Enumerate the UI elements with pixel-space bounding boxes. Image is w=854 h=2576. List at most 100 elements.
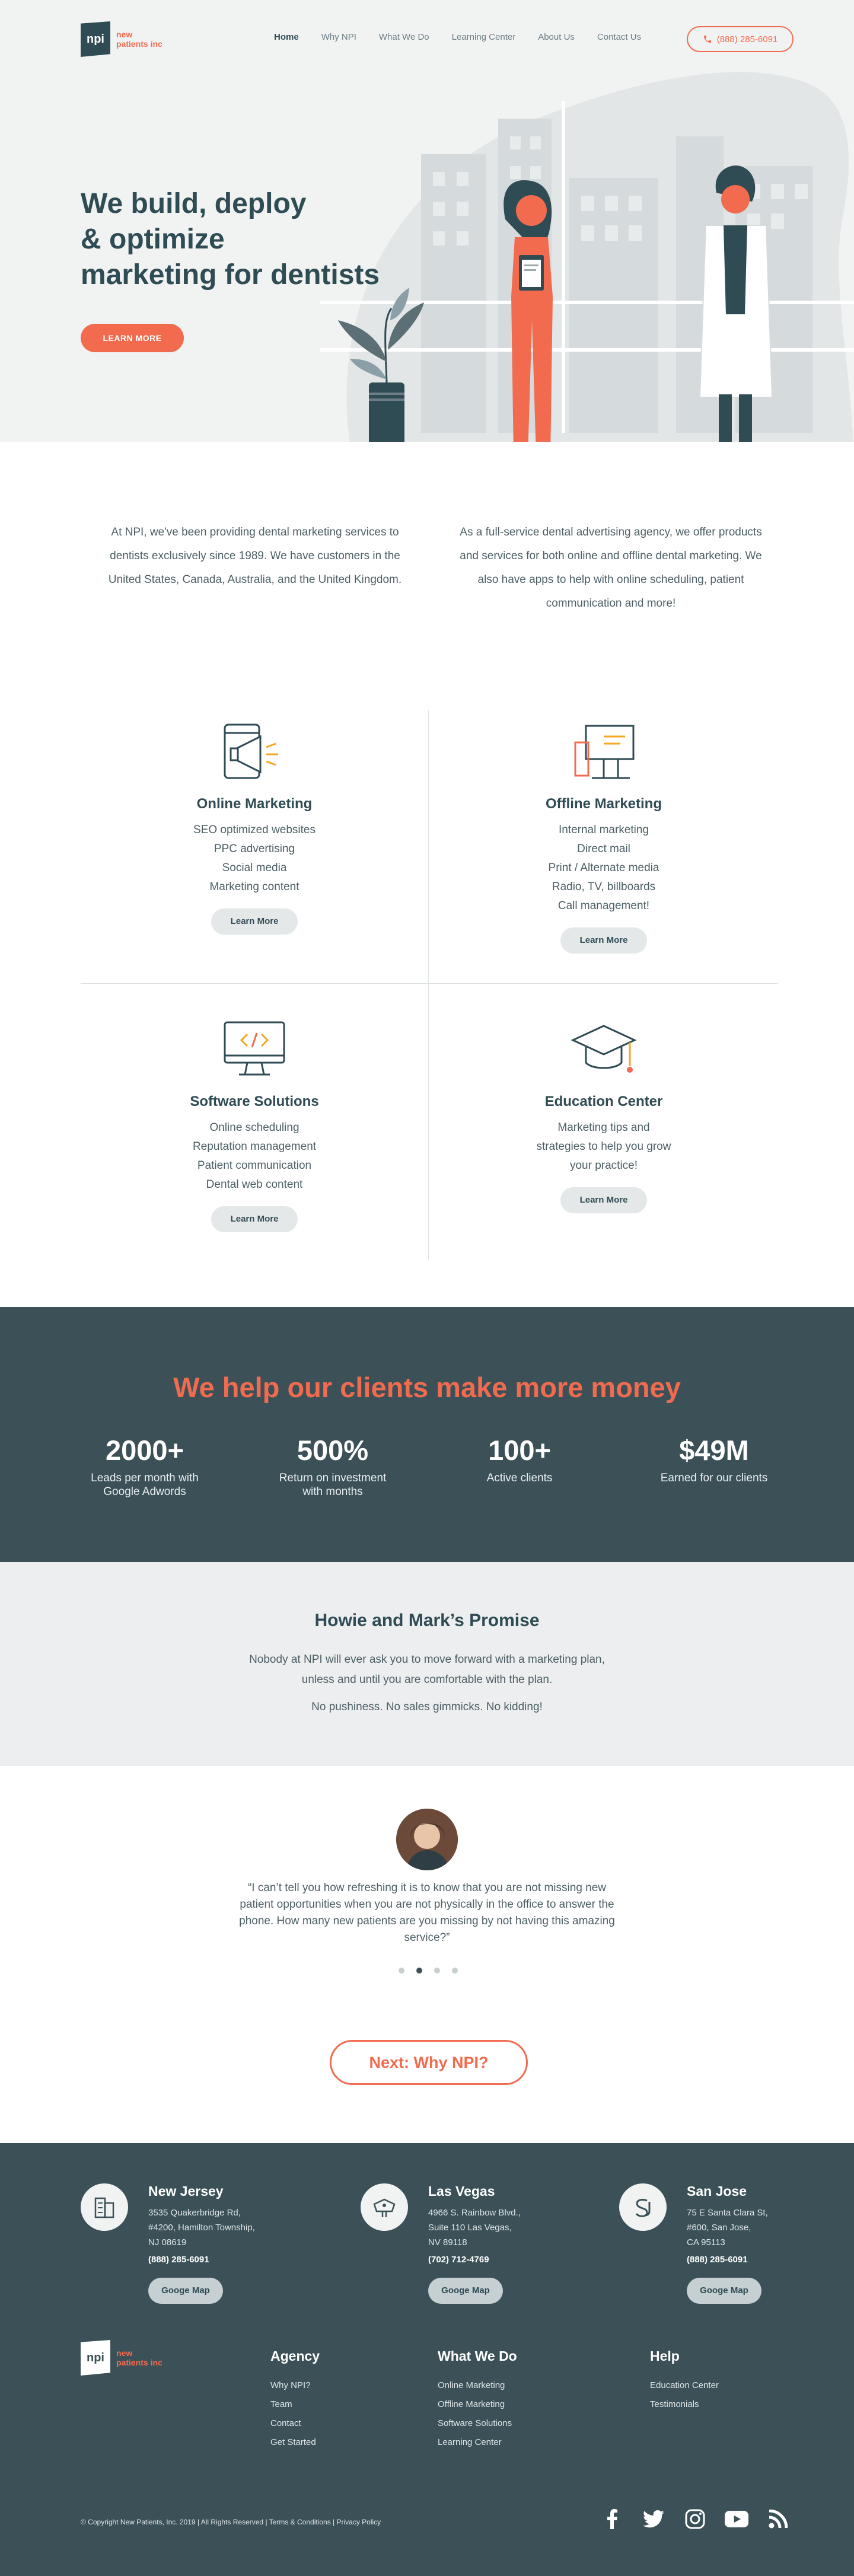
- learn-more-button[interactable]: LEARN MORE: [81, 324, 184, 352]
- services-grid: Online Marketing SEO optimized websites …: [81, 710, 778, 1260]
- footer-link-team[interactable]: Team: [270, 2395, 320, 2414]
- phone-number: (888) 285-6091: [716, 34, 778, 44]
- service-line: Reputation management: [192, 1140, 317, 1153]
- stat-earned: $49M Earned for our clients: [625, 1434, 803, 1485]
- stats-title: We help our clients make more money: [173, 1372, 681, 1403]
- service-line: Direct mail: [577, 843, 630, 855]
- service-title: Offline Marketing: [545, 796, 662, 812]
- footer-col-what-we-do: What We Do Online Marketing Offline Mark…: [438, 2348, 517, 2452]
- footer-link-offline-marketing[interactable]: Offline Marketing: [438, 2395, 517, 2414]
- stat-clients: 100+ Active clients: [431, 1434, 608, 1485]
- vegas-sign-icon: [361, 2183, 408, 2231]
- hero-title: We build, deploy & optimize marketing fo…: [81, 186, 413, 293]
- footer-logo[interactable]: npi new patients inc: [81, 2340, 162, 2376]
- logo-mark: npi: [81, 21, 110, 57]
- youtube-icon[interactable]: [725, 2507, 748, 2531]
- nav-learning-center[interactable]: Learning Center: [452, 32, 516, 42]
- carousel-dot[interactable]: [434, 1968, 440, 1974]
- stat-label: Return on investment: [279, 1472, 387, 1484]
- service-line: Print / Alternate media: [548, 862, 659, 874]
- intro-text-left: At NPI, we've been providing dental mark…: [108, 526, 402, 586]
- service-line: SEO optimized websites: [193, 824, 316, 836]
- footer-link-learning-center[interactable]: Learning Center: [438, 2433, 517, 2452]
- footer-link-software-solutions[interactable]: Software Solutions: [438, 2414, 517, 2433]
- office-address: CA 95113: [687, 2237, 725, 2247]
- sj-monogram-icon: [619, 2183, 667, 2231]
- service-line: Radio, TV, billboards: [552, 881, 656, 893]
- nav-home[interactable]: Home: [274, 32, 299, 42]
- facebook-icon[interactable]: [600, 2507, 624, 2531]
- service-line: Marketing tips and: [557, 1121, 650, 1134]
- san-jose-map-button[interactable]: Googe Map: [687, 2278, 761, 2304]
- stats-section: We help our clients make more money 2000…: [0, 1307, 854, 1562]
- stat-label: Leads per month with: [91, 1472, 199, 1484]
- office-address: NV 89118: [428, 2237, 467, 2247]
- footer-link-online-marketing[interactable]: Online Marketing: [438, 2376, 517, 2395]
- service-title: Software Solutions: [190, 1093, 319, 1110]
- phone-icon: [703, 36, 711, 43]
- nav-what-we-do[interactable]: What We Do: [379, 32, 429, 42]
- carousel-dot-active[interactable]: [416, 1968, 422, 1974]
- office-phone[interactable]: (702) 712-4769: [428, 2255, 576, 2265]
- rss-icon[interactable]: [766, 2507, 790, 2531]
- office-address: #600, San Jose,: [687, 2223, 751, 2233]
- service-offline-marketing: Offline Marketing Internal marketing Dir…: [479, 719, 728, 954]
- online-marketing-learn-more-button[interactable]: Learn More: [211, 908, 298, 935]
- nav-why-npi[interactable]: Why NPI: [321, 32, 356, 42]
- service-line: your practice!: [569, 1159, 638, 1172]
- office-phone[interactable]: (888) 285-6091: [687, 2255, 835, 2265]
- footer-col-title: What We Do: [438, 2348, 517, 2364]
- testimonial-avatar: [396, 1809, 458, 1870]
- footer-link-testimonials[interactable]: Testimonials: [650, 2395, 719, 2414]
- megaphone-icon: [224, 723, 278, 779]
- phone-button[interactable]: (888) 285-6091: [687, 26, 794, 52]
- logo-text-line2: patients inc: [116, 39, 162, 49]
- service-line: Dental web content: [206, 1178, 303, 1191]
- logo-text-line1: new: [116, 30, 133, 39]
- new-jersey-map-button[interactable]: Googe Map: [148, 2278, 223, 2304]
- hero-section: npi new patients inc Home Why NPI What W…: [0, 0, 854, 442]
- twitter-icon[interactable]: [642, 2507, 665, 2531]
- stat-roi: 500% Return on investment with months: [244, 1434, 422, 1499]
- promise-title: Howie and Mark’s Promise: [314, 1611, 540, 1630]
- education-center-learn-more-button[interactable]: Learn More: [560, 1187, 647, 1213]
- service-software-solutions: Software Solutions Online scheduling Rep…: [130, 1016, 379, 1232]
- social-links: [600, 2507, 790, 2531]
- footer: New Jersey 3535 Quakerbridge Rd, #4200, …: [0, 2143, 854, 2576]
- offline-marketing-learn-more-button[interactable]: Learn More: [560, 927, 647, 954]
- promise-section: Howie and Mark’s Promise Nobody at NPI w…: [0, 1562, 854, 1766]
- stat-leads: 2000+ Leads per month with Google Adword…: [56, 1434, 234, 1499]
- testimonial-quote: “I can’t tell you how refreshing it is t…: [239, 1882, 615, 1944]
- footer-link-contact[interactable]: Contact: [270, 2414, 320, 2433]
- service-online-marketing: Online Marketing SEO optimized websites …: [130, 719, 379, 935]
- graduation-cap-icon: [571, 1025, 637, 1073]
- nav-about-us[interactable]: About Us: [538, 32, 575, 42]
- nav-contact-us[interactable]: Contact Us: [597, 32, 641, 42]
- logo-mark: npi: [81, 2340, 110, 2376]
- service-title: Online Marketing: [196, 796, 313, 812]
- office-address: 4966 S. Rainbow Blvd.,: [428, 2208, 521, 2218]
- next-why-npi-button[interactable]: Next: Why NPI?: [330, 2040, 528, 2085]
- software-solutions-learn-more-button[interactable]: Learn More: [211, 1206, 298, 1232]
- billboard-icon: [574, 725, 635, 779]
- footer-link-why-npi[interactable]: Why NPI?: [270, 2376, 320, 2395]
- promise-text: Nobody at NPI will ever ask you to move …: [249, 1653, 605, 1666]
- stat-value: $49M: [679, 1434, 749, 1466]
- las-vegas-map-button[interactable]: Googe Map: [428, 2278, 503, 2304]
- logo-text-line2: patients inc: [116, 2358, 162, 2367]
- carousel-dot[interactable]: [399, 1968, 404, 1974]
- service-title: Education Center: [544, 1093, 663, 1110]
- footer-link-get-started[interactable]: Get Started: [270, 2433, 320, 2452]
- footer-link-education-center[interactable]: Education Center: [650, 2376, 719, 2395]
- service-education-center: Education Center Marketing tips and stra…: [479, 1016, 728, 1213]
- divider-vertical: [428, 710, 429, 1260]
- footer-col-title: Agency: [270, 2348, 320, 2364]
- promise-tagline: No pushiness. No sales gimmicks. No kidd…: [311, 1701, 543, 1713]
- carousel-dot[interactable]: [452, 1968, 458, 1974]
- instagram-icon[interactable]: [683, 2507, 707, 2531]
- site-logo[interactable]: npi new patients inc: [81, 21, 162, 57]
- office-address: #4200, Hamilton Township,: [148, 2223, 255, 2233]
- office-phone[interactable]: (888) 285-6091: [148, 2255, 297, 2265]
- stat-value: 2000+: [105, 1434, 184, 1466]
- service-line: Social media: [222, 862, 287, 874]
